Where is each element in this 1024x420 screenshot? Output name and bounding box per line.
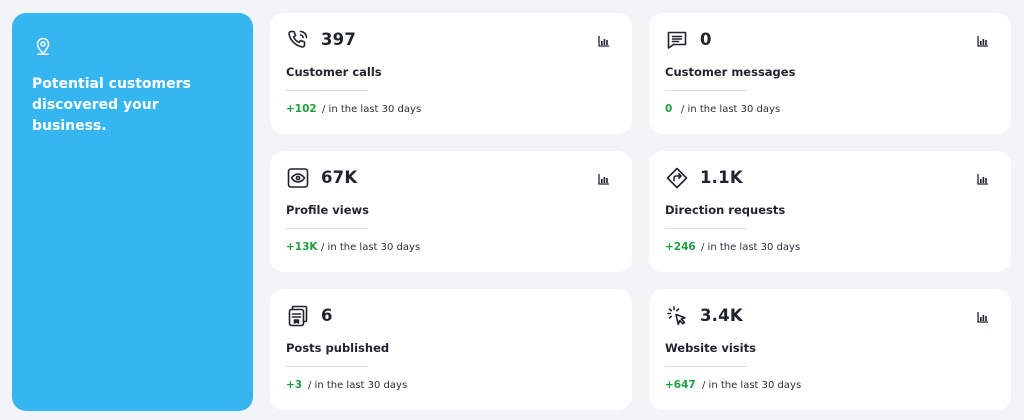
stat-card-posts-published: 6 Posts published +3 / in the last 30 da… xyxy=(270,289,632,410)
stat-period: / in the last 30 days xyxy=(308,380,408,391)
divider xyxy=(665,228,747,229)
stat-card-direction-requests: 1.1K Direction requests +246 / in the la… xyxy=(649,151,1011,272)
eye-icon xyxy=(286,166,310,190)
divider xyxy=(286,90,368,91)
stat-value: 6 xyxy=(321,306,333,325)
stat-period: / in the last 30 days xyxy=(702,380,802,391)
location-pin-icon xyxy=(32,35,54,57)
hero-headline: Potential customers discovered your busi… xyxy=(32,76,191,134)
message-icon xyxy=(665,28,689,52)
divider xyxy=(665,366,747,367)
phone-icon xyxy=(286,28,310,52)
stat-change: +13K xyxy=(286,241,318,253)
divider xyxy=(665,90,747,91)
stat-label: Profile views xyxy=(286,203,369,217)
directions-icon xyxy=(665,166,689,190)
stat-card-profile-views: 67K Profile views +13K / in the last 30 … xyxy=(270,151,632,272)
stat-period: / in the last 30 days xyxy=(681,104,781,115)
bar-chart-icon[interactable] xyxy=(977,35,989,47)
stat-change: +3 xyxy=(286,379,303,391)
stat-period: / in the last 30 days xyxy=(321,242,421,253)
stat-value: 397 xyxy=(321,30,357,49)
stat-card-customer-messages: 0 Customer messages 0 / in the last 30 d… xyxy=(649,13,1011,134)
bar-chart-icon[interactable] xyxy=(977,173,989,185)
divider xyxy=(286,228,368,229)
stat-period: / in the last 30 days xyxy=(701,242,801,253)
stat-change: +246 xyxy=(665,241,696,253)
stat-change: +102 xyxy=(286,103,317,115)
posts-icon xyxy=(286,304,310,328)
stat-label: Customer messages xyxy=(665,65,796,79)
stat-value: 1.1K xyxy=(700,168,743,187)
divider xyxy=(286,366,368,367)
stat-card-customer-calls: 397 Customer calls +102 / in the last 30… xyxy=(270,13,632,134)
stat-label: Direction requests xyxy=(665,203,786,217)
stat-label: Posts published xyxy=(286,341,390,355)
stat-value: 0 xyxy=(700,30,712,49)
stat-value: 67K xyxy=(321,168,358,187)
stat-change: +647 xyxy=(665,379,696,391)
stat-label: Website visits xyxy=(665,341,756,355)
bar-chart-icon[interactable] xyxy=(598,35,610,47)
stat-value: 3.4K xyxy=(700,306,743,325)
stat-change: 0 xyxy=(665,103,673,115)
hero-panel: Potential customers discovered your busi… xyxy=(12,13,253,411)
bar-chart-icon[interactable] xyxy=(598,173,610,185)
cursor-click-icon xyxy=(665,304,689,328)
stat-period: / in the last 30 days xyxy=(322,104,422,115)
bar-chart-icon[interactable] xyxy=(977,311,989,323)
stat-card-website-visits: 3.4K Website visits +647 / in the last 3… xyxy=(649,289,1011,410)
stat-label: Customer calls xyxy=(286,65,382,79)
